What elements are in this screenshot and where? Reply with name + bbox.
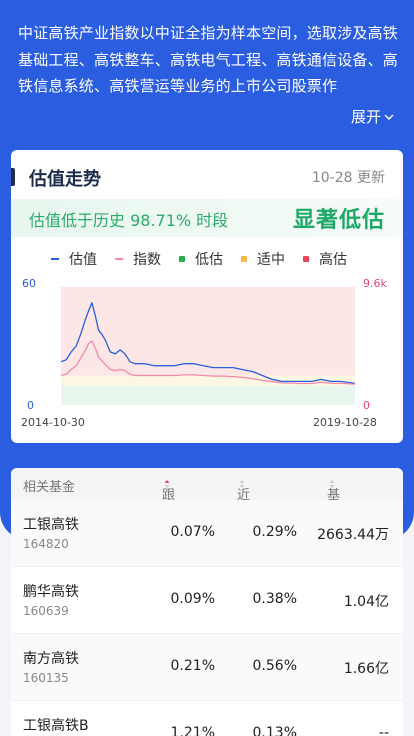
legend-label: 适中 [257, 252, 285, 268]
valuation-band [61, 385, 355, 405]
legend-label: 指数 [133, 252, 161, 268]
legend-label: 估值 [69, 252, 97, 268]
return-1m-value: 0.29% [252, 524, 297, 540]
chevron-down-icon [384, 114, 394, 120]
header-return-1m[interactable]: 近1月收益 [237, 476, 250, 575]
table-row[interactable]: 工银高铁B 1.21% 0.13% -- [11, 701, 403, 736]
tracking-error-value: 0.07% [170, 524, 215, 540]
legend-item[interactable]: 适中 [241, 249, 285, 269]
square-swatch-icon [241, 256, 247, 262]
fund-name: 工银高铁 [23, 517, 79, 533]
fund-name: 鹏华高铁 [23, 584, 79, 600]
update-date: 10-28 更新 [311, 170, 385, 186]
legend-label: 高估 [319, 252, 347, 268]
fund-code: 164820 [23, 537, 69, 551]
return-1m-value: 0.38% [252, 591, 297, 607]
tracking-error-value: 1.21% [170, 725, 215, 736]
valuation-status-label: 显著低估 [292, 208, 385, 233]
y-left-max: 60 [22, 277, 36, 290]
legend-item[interactable]: 估值 [51, 249, 97, 269]
header-tracking-error[interactable]: 跟踪误差 [162, 476, 175, 560]
legend-item[interactable]: 指数 [115, 249, 161, 269]
table-row[interactable]: 南方高铁 160135 0.21% 0.56% 1.66亿 [11, 634, 403, 701]
valuation-title: 估值走势 [29, 169, 101, 190]
line-swatch-icon [51, 258, 59, 260]
related-funds-card: 相关基金 跟踪误差 近1月收益 基金规模 工银高铁 164820 0.07% 0.29… [11, 468, 403, 736]
x-start-label: 2014-10-30 [21, 416, 85, 429]
x-end-label: 2019-10-28 [313, 416, 377, 429]
fund-size-value: 1.04亿 [343, 594, 389, 610]
square-swatch-icon [303, 256, 309, 262]
table-row[interactable]: 鹏华高铁 160639 0.09% 0.38% 1.04亿 [11, 567, 403, 634]
fund-name: 南方高铁 [23, 651, 79, 667]
fund-code: 160135 [23, 671, 69, 685]
legend-item[interactable]: 高估 [303, 249, 347, 269]
fund-name: 工银高铁B [23, 718, 89, 734]
y-right-max: 9.6k [363, 277, 387, 290]
valuation-card: 估值走势 10-28 更新 估值低于历史 98.71% 时段 显著低估 估值 指数… [11, 150, 403, 443]
header-fund-size[interactable]: 基金规模 [327, 476, 340, 560]
tracking-error-value: 0.09% [170, 591, 215, 607]
square-swatch-icon [179, 256, 185, 262]
fund-size-value: -- [378, 725, 389, 736]
fund-size-value: 2663.44万 [317, 527, 389, 543]
y-right-min: 0 [363, 399, 370, 412]
index-description: 中证高铁产业指数以中证全指为样本空间，选取涉及高铁基础工程、高铁整车、高铁电气工… [18, 24, 399, 95]
line-swatch-icon [115, 258, 123, 260]
section-accent-bar [11, 168, 15, 186]
fund-size-value: 1.66亿 [343, 661, 389, 677]
y-left-min: 0 [27, 399, 34, 412]
tracking-error-value: 0.21% [170, 658, 215, 674]
expand-label: 展开 [350, 108, 381, 126]
table-row[interactable]: 工银高铁 164820 0.07% 0.29% 2663.44万 [11, 500, 403, 567]
legend-item[interactable]: 低估 [179, 249, 223, 269]
funds-table-header: 相关基金 跟踪误差 近1月收益 基金规模 [11, 468, 403, 575]
legend-label: 低估 [195, 252, 223, 268]
return-1m-value: 0.13% [252, 725, 297, 736]
chart-legend: 估值 指数 低估 适中 高估 [51, 249, 347, 269]
valuation-status-banner: 估值低于历史 98.71% 时段 显著低估 [11, 199, 403, 237]
expand-button[interactable]: 展开 [351, 106, 394, 127]
valuation-percentile-text: 估值低于历史 98.71% 时段 [29, 211, 229, 230]
valuation-band [61, 287, 355, 376]
return-1m-value: 0.56% [252, 658, 297, 674]
valuation-chart[interactable] [49, 283, 361, 407]
fund-code: 160639 [23, 604, 69, 618]
header-fund: 相关基金 [23, 480, 76, 495]
